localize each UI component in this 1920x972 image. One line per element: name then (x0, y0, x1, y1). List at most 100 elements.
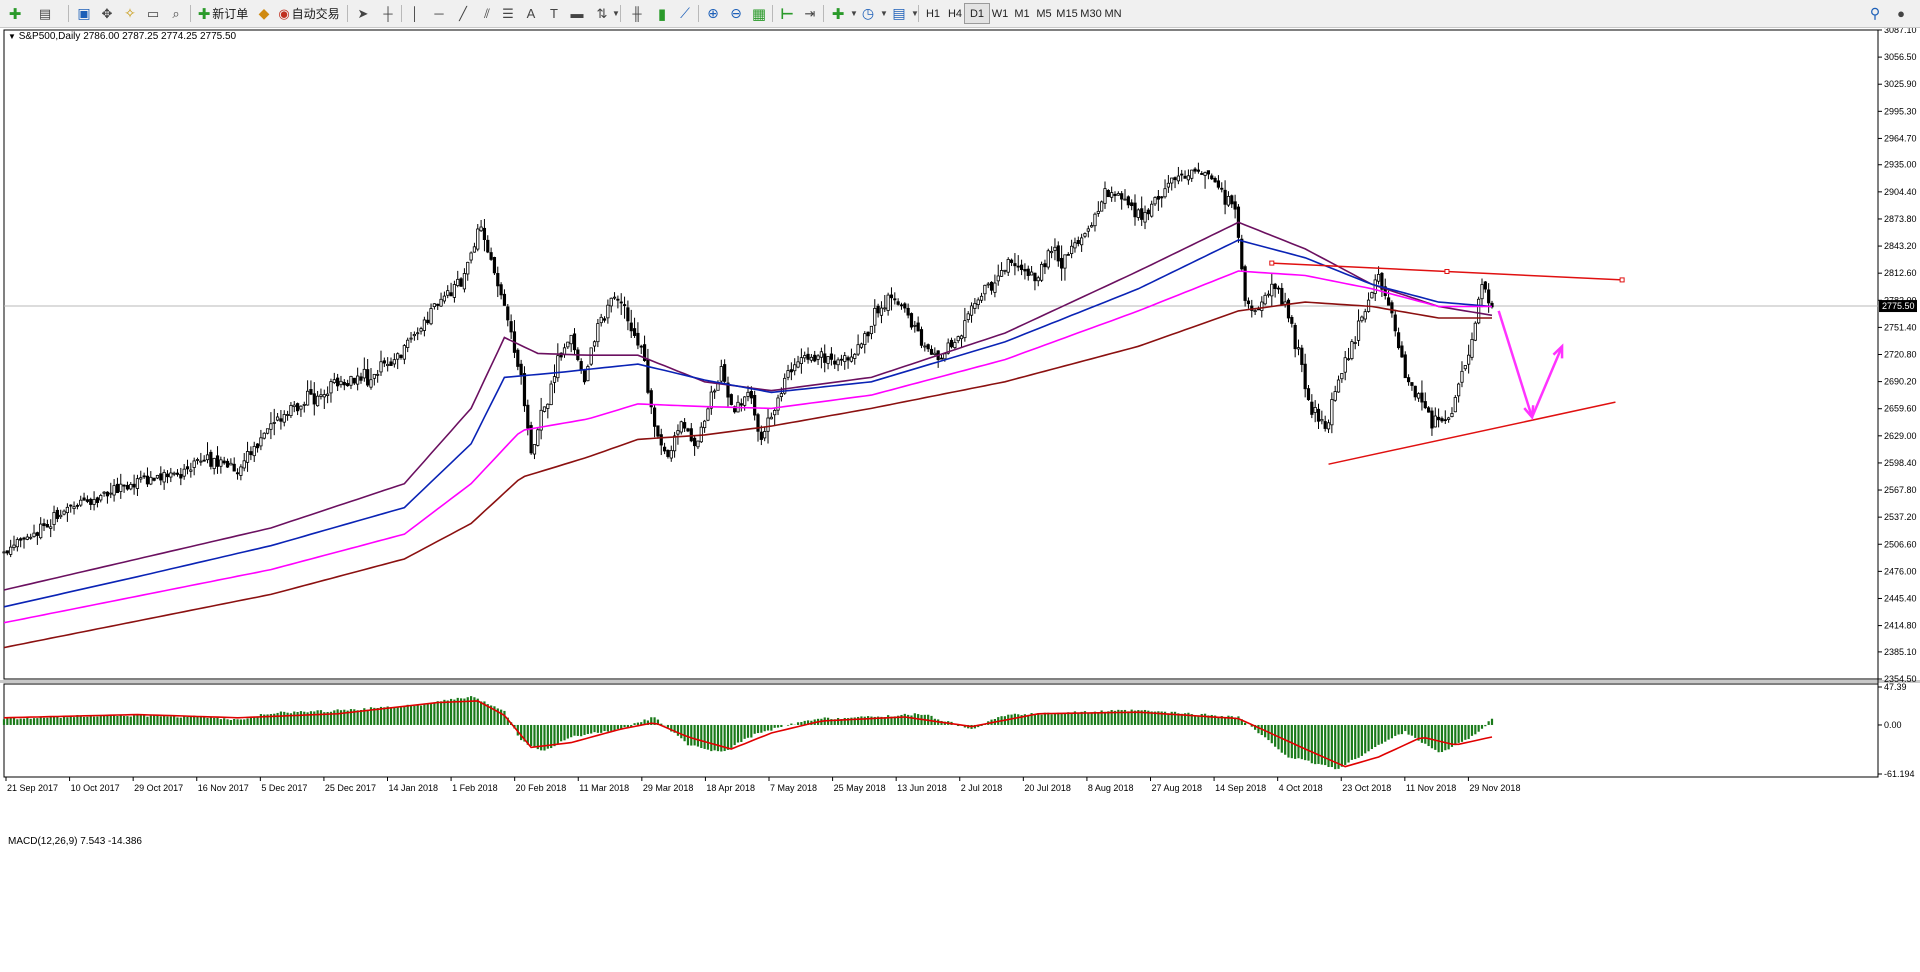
tile-windows-icon[interactable]: ▦ (748, 3, 770, 24)
candle-body (1123, 198, 1127, 201)
candle-body (219, 459, 223, 467)
candle-body (339, 380, 343, 386)
price-tick-label: 2537.20 (1884, 512, 1917, 522)
candle-body (382, 360, 386, 364)
candle-body (302, 403, 306, 406)
metaeditor-icon[interactable]: ◆ (253, 3, 275, 24)
vertical-line-icon[interactable]: │ (404, 3, 426, 24)
strategy-tester-icon[interactable]: ⌕ (165, 3, 187, 24)
candle-body (866, 331, 870, 337)
candle-body (1060, 257, 1064, 269)
candle-body (489, 252, 493, 260)
candle-body (749, 391, 753, 399)
candle-body (526, 404, 530, 429)
candle-body (619, 301, 623, 304)
candle-body (376, 373, 380, 376)
candle-body (1323, 421, 1327, 429)
crosshair-icon[interactable]: ┼ (377, 3, 399, 24)
dropdown-arrow-icon[interactable]: ▼ (605, 3, 627, 24)
new-order-button[interactable]: ✚ 新订单 (195, 3, 251, 24)
candle-body (889, 294, 894, 299)
new-chart-icon[interactable]: ✚ (4, 3, 26, 24)
candle-body (1336, 379, 1341, 393)
candle-body (212, 457, 216, 469)
candle-body (319, 394, 323, 397)
chart-window[interactable]: 3087.10 3056.50 3025.90 2995.30 2964.70 2935.… (0, 28, 1920, 972)
candle-body (1240, 238, 1244, 270)
candle-body (1186, 175, 1190, 181)
candle-body (89, 498, 93, 505)
navigator-icon[interactable]: ✧ (119, 3, 141, 24)
candle-body (32, 532, 36, 538)
search-icon[interactable]: ⚲ (1864, 3, 1886, 24)
trendline-icon[interactable]: ╱ (452, 3, 474, 24)
candle-body (582, 370, 587, 383)
user-icon[interactable]: ● (1890, 3, 1912, 24)
candle-body (606, 304, 610, 319)
fibonacci-icon[interactable]: ☰ (497, 3, 519, 24)
cursor-icon[interactable]: ➤ (352, 3, 374, 24)
candle-body (1306, 388, 1311, 401)
line-chart-icon[interactable]: ⟋ (674, 3, 696, 24)
candle-body (739, 403, 743, 406)
collapse-triangle-icon[interactable]: ▼ (8, 32, 16, 41)
candle-body (1457, 383, 1461, 397)
price-tick-label: 2812.60 (1884, 268, 1917, 278)
candle-body (1400, 345, 1404, 358)
zoom-out-icon[interactable]: ⊖ (725, 3, 747, 24)
text-icon[interactable]: A (520, 3, 542, 24)
candle-body (1350, 341, 1354, 359)
price-tick-label: 2751.40 (1884, 322, 1917, 332)
candle-body (356, 375, 360, 385)
price-tick-label: 2476.00 (1884, 566, 1917, 576)
candle-body (753, 394, 757, 416)
candle-body (863, 333, 867, 345)
candle-body (879, 307, 884, 316)
candle-body (966, 313, 970, 321)
candle-body (145, 475, 150, 485)
candle-body (849, 356, 854, 362)
date-tick-label: 4 Oct 2018 (1279, 783, 1323, 793)
candle-body (39, 523, 43, 539)
candle-body (813, 354, 817, 362)
candle-body (799, 357, 803, 365)
text-label-icon[interactable]: T (543, 3, 565, 24)
candle-body (1467, 354, 1471, 365)
candle-body (122, 484, 126, 487)
profiles-icon[interactable]: ▤ (34, 3, 56, 24)
rectangle-icon[interactable]: ▬ (566, 3, 588, 24)
candle-body (1143, 211, 1147, 223)
channel-icon[interactable]: ⫽ (476, 3, 498, 24)
candle-body (552, 376, 557, 383)
date-tick-label: 16 Nov 2017 (198, 783, 249, 793)
chart-shift-icon[interactable]: ⊢ (776, 3, 798, 24)
timeframe-m15[interactable]: M15 (1054, 3, 1080, 24)
date-tick-label: 13 Jun 2018 (897, 783, 947, 793)
candle-body (869, 325, 874, 335)
candlestick-icon[interactable]: ▮ (651, 3, 673, 24)
auto-trading-button[interactable]: ◉ 自动交易 (276, 3, 342, 24)
candle-body (546, 403, 550, 409)
candle-body (696, 440, 700, 448)
chart-canvas[interactable]: 3087.10 3056.50 3025.90 2995.30 2964.70 2935.… (0, 28, 1920, 972)
candle-body (853, 353, 857, 359)
candle-body (1146, 209, 1150, 215)
candle-body (1196, 169, 1201, 172)
market-watch-icon[interactable]: ▣ (73, 3, 95, 24)
timeframe-mn[interactable]: MN (1100, 3, 1126, 24)
candle-body (1393, 314, 1397, 332)
candle-body (229, 462, 233, 466)
candle-body (1470, 339, 1474, 358)
terminal-icon[interactable]: ▭ (142, 3, 164, 24)
autoscroll-icon[interactable]: ⇥ (799, 3, 821, 24)
horizontal-line-icon[interactable]: ─ (428, 3, 450, 24)
price-tick-label: 2385.10 (1884, 647, 1917, 657)
candle-body (1443, 419, 1447, 422)
candle-body (1163, 188, 1167, 198)
candle-body (632, 328, 637, 336)
data-window-icon[interactable]: ✥ (96, 3, 118, 24)
zoom-in-icon[interactable]: ⊕ (702, 3, 724, 24)
toolbar-separator (190, 5, 191, 22)
candle-body (789, 369, 793, 373)
bar-chart-icon[interactable]: ╫ (626, 3, 648, 24)
